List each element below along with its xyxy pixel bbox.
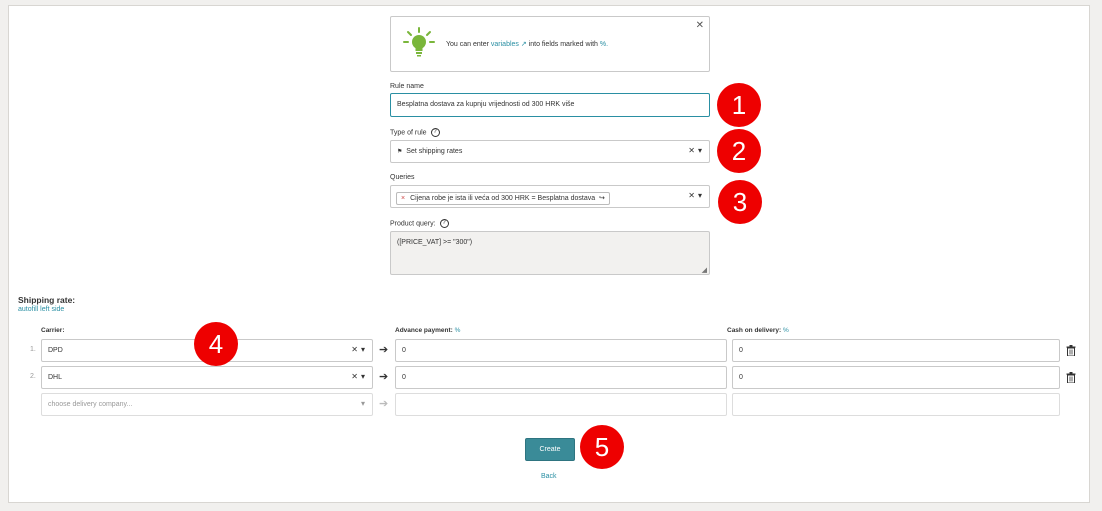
rule-name-value: Besplatna dostava za kupnju vrijednosti …: [397, 101, 575, 108]
advance-payment-header-text: Advance payment:: [395, 327, 453, 334]
annotation-badge: 1: [717, 83, 761, 127]
trash-icon[interactable]: [1066, 372, 1076, 383]
product-query-label-text: Product query:: [390, 220, 436, 228]
chevron-down-icon[interactable]: ▾: [698, 191, 705, 200]
new-carrier-placeholder: choose delivery company...: [48, 401, 133, 408]
shipping-rate-title: Shipping rate:: [18, 295, 76, 305]
clear-icon[interactable]: ✕: [351, 345, 361, 354]
advance-pct-marker: %: [454, 327, 461, 334]
variables-link[interactable]: variables ↗: [491, 41, 527, 48]
help-icon[interactable]: ?: [439, 219, 449, 228]
carrier-value: DHL: [48, 374, 63, 381]
info-prefix: You can enter: [446, 41, 489, 48]
type-of-rule-label: Type of rule?: [390, 128, 440, 137]
product-query-label: Product query:?: [390, 219, 449, 228]
select-controls: ✕▾: [351, 372, 368, 381]
annotation-badge: 4: [194, 322, 238, 366]
cash-on-delivery-value: 0: [739, 347, 743, 354]
cash-on-delivery-header: Cash on delivery: %: [727, 327, 789, 334]
new-carrier-select[interactable]: choose delivery company... ▾: [41, 393, 373, 416]
new-advance-payment-input[interactable]: [395, 393, 727, 416]
advance-payment-input[interactable]: 0: [395, 366, 727, 389]
chevron-down-icon[interactable]: ▾: [361, 345, 368, 354]
product-query-textarea[interactable]: ([PRICE_VAT] >= "300") ◢: [390, 231, 710, 275]
cash-on-delivery-input[interactable]: 0: [732, 366, 1060, 389]
create-button[interactable]: Create: [525, 438, 575, 461]
cash-on-delivery-value: 0: [739, 374, 743, 381]
advance-payment-value: 0: [402, 347, 406, 354]
advance-payment-input[interactable]: 0: [395, 339, 727, 362]
type-of-rule-value: Set shipping rates: [406, 148, 463, 155]
rule-name-label: Rule name: [390, 83, 424, 90]
info-box: You can enter variables ↗ into fields ma…: [390, 16, 710, 72]
autofill-left-side-link[interactable]: autofill left side: [18, 306, 64, 313]
cod-pct-marker: %: [783, 327, 789, 334]
percent-marker: %.: [599, 41, 609, 48]
type-of-rule-label-text: Type of rule: [390, 129, 427, 137]
advance-payment-header: Advance payment: %: [395, 327, 460, 334]
queries-label: Queries: [390, 174, 415, 181]
rule-name-input[interactable]: Besplatna dostava za kupnju vrijednosti …: [390, 93, 710, 117]
row-number: 2.: [30, 373, 36, 380]
info-message: You can enter variables ↗ into fields ma…: [446, 40, 608, 48]
chevron-down-icon[interactable]: ▾: [361, 372, 368, 381]
variables-link-text: variables: [490, 41, 519, 48]
close-icon[interactable]: ✕: [696, 20, 704, 31]
carrier-select[interactable]: DHL ✕▾: [41, 366, 373, 389]
clear-icon[interactable]: ✕: [688, 191, 698, 200]
carrier-value: DPD: [48, 347, 63, 354]
query-tag-text: Cijena robe je ista ili veća od 300 HRK …: [410, 195, 596, 202]
queries-select[interactable]: × Cijena robe je ista ili veća od 300 HRK…: [390, 185, 710, 208]
new-cash-on-delivery-input[interactable]: [732, 393, 1060, 416]
cash-on-delivery-input[interactable]: 0: [732, 339, 1060, 362]
type-of-rule-selected: ⚑ Set shipping rates: [397, 148, 462, 155]
type-of-rule-select[interactable]: ⚑ Set shipping rates ✕▾: [390, 140, 710, 163]
remove-tag-icon[interactable]: ×: [401, 195, 405, 202]
product-query-value: ([PRICE_VAT] >= "300"): [397, 239, 473, 246]
select-controls: ✕▾: [351, 345, 368, 354]
external-link-icon: ↗: [520, 41, 527, 48]
annotation-badge: 5: [580, 425, 624, 469]
flag-icon: ⚑: [397, 149, 403, 155]
carrier-header: Carrier:: [41, 327, 65, 334]
row-number: 1.: [30, 346, 36, 353]
annotation-badge: 2: [717, 129, 761, 173]
select-controls: ✕▾: [688, 146, 705, 155]
select-controls: ✕▾: [688, 191, 705, 200]
clear-icon[interactable]: ✕: [688, 146, 698, 155]
annotation-badge: 3: [718, 180, 762, 224]
advance-payment-value: 0: [402, 374, 406, 381]
back-link[interactable]: Back: [541, 473, 557, 480]
chevron-down-icon[interactable]: ▾: [698, 146, 705, 155]
resize-handle-icon[interactable]: ◢: [702, 266, 707, 274]
arrow-right-icon: ➔: [379, 371, 389, 383]
trash-icon[interactable]: [1066, 345, 1076, 356]
arrow-right-icon: ➔: [379, 398, 389, 410]
cash-on-delivery-header-text: Cash on delivery:: [727, 327, 782, 334]
chevron-down-icon[interactable]: ▾: [361, 399, 368, 408]
open-query-icon[interactable]: ↪: [599, 195, 605, 202]
info-suffix: into fields marked with: [528, 41, 598, 48]
arrow-right-icon: ➔: [379, 344, 389, 356]
lightbulb-icon: [403, 27, 435, 57]
query-tag: × Cijena robe je ista ili veća od 300 HRK…: [396, 192, 610, 205]
help-icon[interactable]: ?: [430, 128, 440, 137]
clear-icon[interactable]: ✕: [351, 372, 361, 381]
